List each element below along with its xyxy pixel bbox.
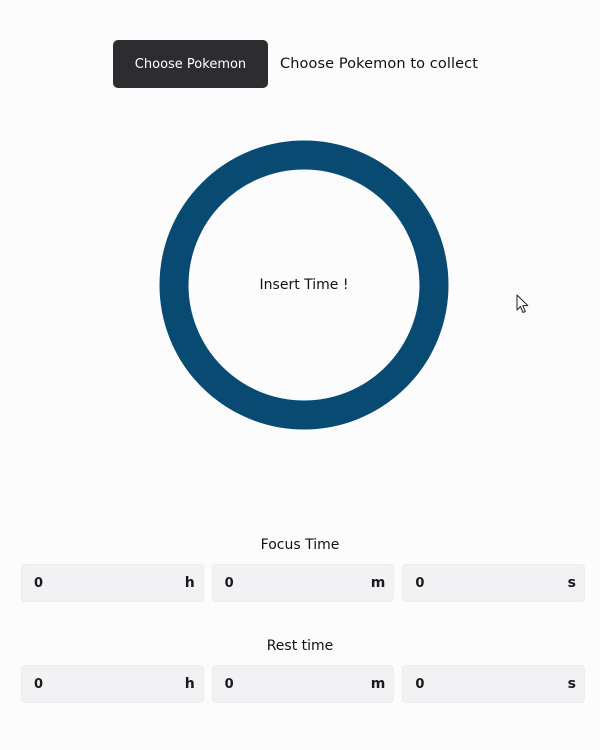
rest-minutes-input[interactable] <box>224 676 325 692</box>
focus-seconds-field[interactable]: s <box>402 564 586 602</box>
rest-seconds-field[interactable]: s <box>402 665 586 703</box>
focus-time-title: Focus Time <box>260 537 340 553</box>
rest-seconds-unit: s <box>567 676 577 692</box>
rest-seconds-input[interactable] <box>415 676 516 692</box>
focus-hours-unit: h <box>184 575 195 591</box>
timer-ring: Insert Time ! <box>159 140 449 430</box>
focus-hours-input[interactable] <box>34 575 134 591</box>
focus-hours-field[interactable]: h <box>21 564 204 602</box>
timer-label: Insert Time ! <box>259 277 349 293</box>
choose-pokemon-button[interactable]: Choose Pokemon <box>113 40 268 88</box>
rest-minutes-unit: m <box>370 676 386 692</box>
focus-minutes-field[interactable]: m <box>211 564 395 602</box>
mouse-pointer-icon <box>516 294 529 313</box>
rest-minutes-field[interactable]: m <box>211 665 395 703</box>
rest-time-inputs: h m s <box>21 665 586 703</box>
focus-seconds-input[interactable] <box>415 575 516 591</box>
focus-time-inputs: h m s <box>21 564 586 602</box>
rest-hours-unit: h <box>184 676 195 692</box>
header-bar: Choose Pokemon Choose Pokemon to collect <box>113 40 478 88</box>
choose-pokemon-prompt: Choose Pokemon to collect <box>280 56 478 72</box>
choose-pokemon-button-label: Choose Pokemon <box>134 56 247 72</box>
rest-hours-field[interactable]: h <box>21 665 204 703</box>
rest-time-title: Rest time <box>266 638 334 654</box>
focus-minutes-input[interactable] <box>224 575 325 591</box>
rest-hours-input[interactable] <box>34 676 134 692</box>
pomodoro-page: Choose Pokemon Choose Pokemon to collect… <box>0 0 600 750</box>
focus-minutes-unit: m <box>370 575 386 591</box>
focus-seconds-unit: s <box>567 575 577 591</box>
